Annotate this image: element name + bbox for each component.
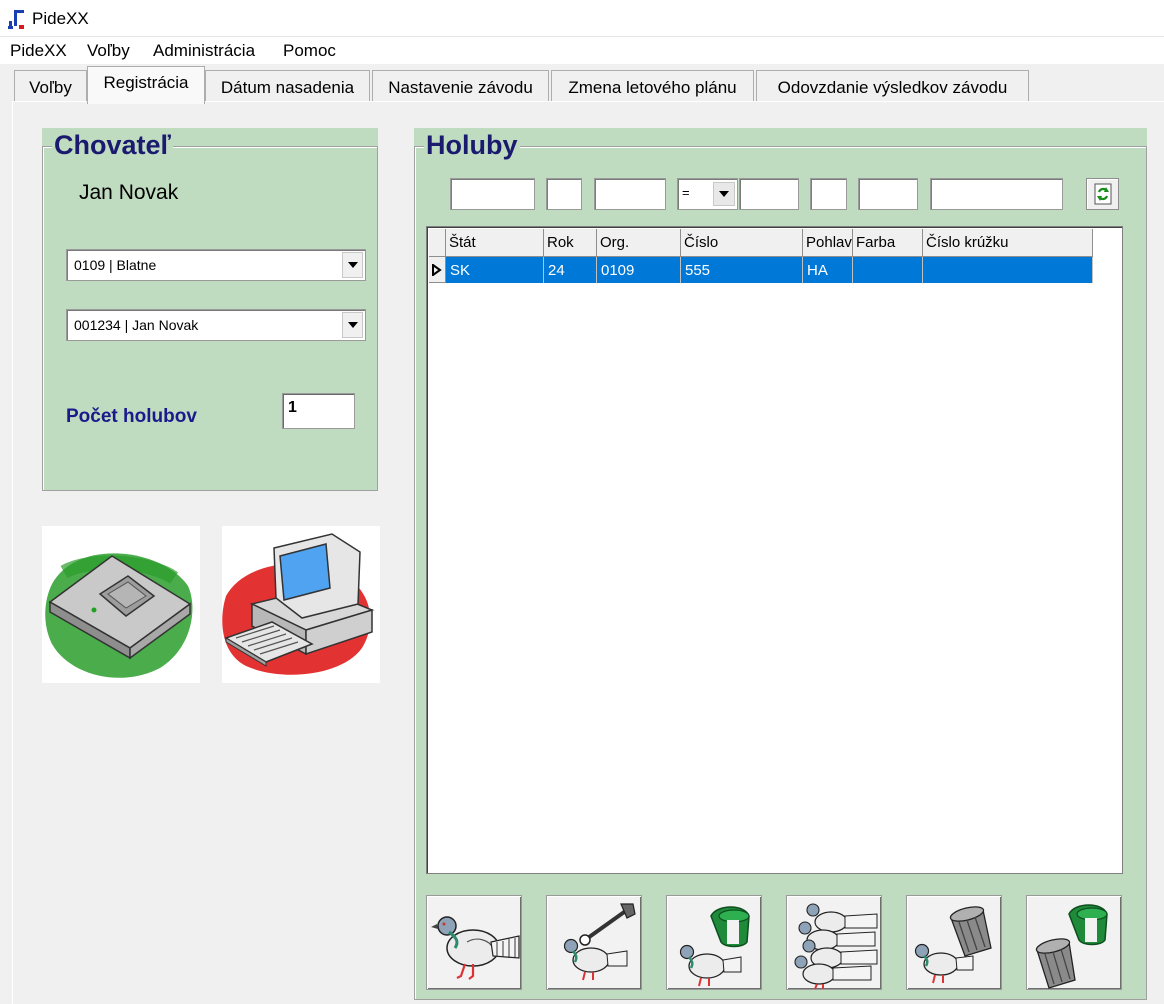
delete-ring-icon [1035, 904, 1108, 989]
cell-org[interactable]: 0109 [597, 257, 681, 283]
col-header-farba[interactable]: Farba [853, 229, 923, 257]
menu-administracia[interactable]: Administrácia [153, 41, 255, 61]
menu-pidexx[interactable]: PideXX [10, 41, 67, 61]
organization-combo[interactable]: 0109 | Blatne [66, 249, 366, 281]
menu-bar: PideXX Voľby Administrácia Pomoc [0, 36, 1164, 64]
filter-stat-input[interactable] [450, 178, 535, 210]
cell-kruzok[interactable] [923, 257, 1093, 283]
cell-pohlavie[interactable]: HA [803, 257, 853, 283]
col-header-kruzok[interactable]: Číslo krúžku [923, 229, 1093, 257]
breeder-combo[interactable]: 001234 | Jan Novak [66, 309, 366, 341]
chevron-down-icon[interactable] [713, 182, 735, 206]
pigeons-grid[interactable]: Štát Rok Org. Číslo Pohlavie Farba Číslo… [426, 226, 1123, 874]
tab-datum-nasadenia[interactable]: Dátum nasadenia [205, 70, 370, 102]
breeder-combo-value: 001234 | Jan Novak [74, 317, 199, 333]
refresh-icon [1094, 183, 1111, 205]
col-header-org[interactable]: Org. [597, 229, 681, 257]
col-header-rok[interactable]: Rok [544, 229, 597, 257]
pigeons-group-title: Holuby [424, 130, 520, 161]
col-header-pohlavie[interactable]: Pohlavie [803, 229, 853, 257]
pigeon-count-label: Počet holubov [66, 406, 197, 427]
title-bar: PideXX [0, 0, 1164, 36]
cell-stat[interactable]: SK [446, 257, 544, 283]
filter-kruzok-input[interactable] [930, 178, 1063, 210]
app-window: PideXX PideXX Voľby Administrácia Pomoc … [0, 0, 1164, 1004]
delete-pigeon-icon [914, 906, 992, 984]
cell-rok[interactable]: 24 [544, 257, 597, 283]
row-pointer-icon [429, 257, 446, 283]
add-pigeon-button[interactable] [426, 895, 522, 990]
add-many-pigeons-icon [794, 903, 878, 990]
app-logo-icon [8, 10, 24, 29]
col-header-stat[interactable]: Štát [446, 229, 544, 257]
filter-rok-input[interactable] [546, 178, 582, 210]
chevron-down-icon[interactable] [342, 252, 363, 278]
tab-strip: Voľby Registrácia Dátum nasadenia Nastav… [0, 64, 1164, 104]
ring-pigeon-icon [679, 906, 750, 987]
filter-cislo-input[interactable] [739, 178, 799, 210]
menu-volby[interactable]: Voľby [87, 41, 130, 61]
organization-combo-value: 0109 | Blatne [74, 257, 157, 273]
chevron-down-icon[interactable] [342, 312, 363, 338]
breeder-group-title: Chovateľ [52, 130, 173, 161]
cell-cislo[interactable]: 555 [681, 257, 803, 283]
filter-farba-input[interactable] [858, 178, 918, 210]
tab-nastavenie-zavodu[interactable]: Nastavenie závodu [372, 70, 549, 102]
add-many-pigeons-button[interactable] [786, 895, 882, 990]
add-pigeon-icon [431, 916, 520, 980]
cell-farba[interactable] [853, 257, 923, 283]
usb-reader-icon[interactable] [42, 526, 200, 683]
computer-icon[interactable] [222, 526, 380, 683]
ring-pigeon-button[interactable] [666, 895, 762, 990]
grid-corner [429, 229, 446, 257]
pigeon-count-input[interactable]: 1 [282, 393, 355, 429]
delete-pigeon-button[interactable] [906, 895, 1002, 990]
edit-pigeon-button[interactable] [546, 895, 642, 990]
breeder-name: Jan Novak [79, 181, 179, 204]
col-header-cislo[interactable]: Číslo [681, 229, 803, 257]
tab-registracia[interactable]: Registrácia [87, 66, 205, 104]
filter-pohlavie-input[interactable] [810, 178, 847, 210]
tab-zmena-letoveho-planu[interactable]: Zmena letového plánu [551, 70, 754, 102]
edit-pigeon-icon [563, 903, 636, 981]
window-title: PideXX [32, 9, 89, 28]
filter-org-input[interactable] [594, 178, 666, 210]
menu-pomoc[interactable]: Pomoc [283, 41, 336, 61]
filter-operator-combo[interactable]: = [677, 178, 738, 210]
tab-volby[interactable]: Voľby [14, 70, 87, 102]
tab-odovzdanie-vysledkov[interactable]: Odovzdanie výsledkov závodu [756, 70, 1029, 102]
filter-operator-value: = [682, 185, 690, 200]
delete-ring-button[interactable] [1026, 895, 1122, 990]
refresh-button[interactable] [1086, 178, 1119, 210]
